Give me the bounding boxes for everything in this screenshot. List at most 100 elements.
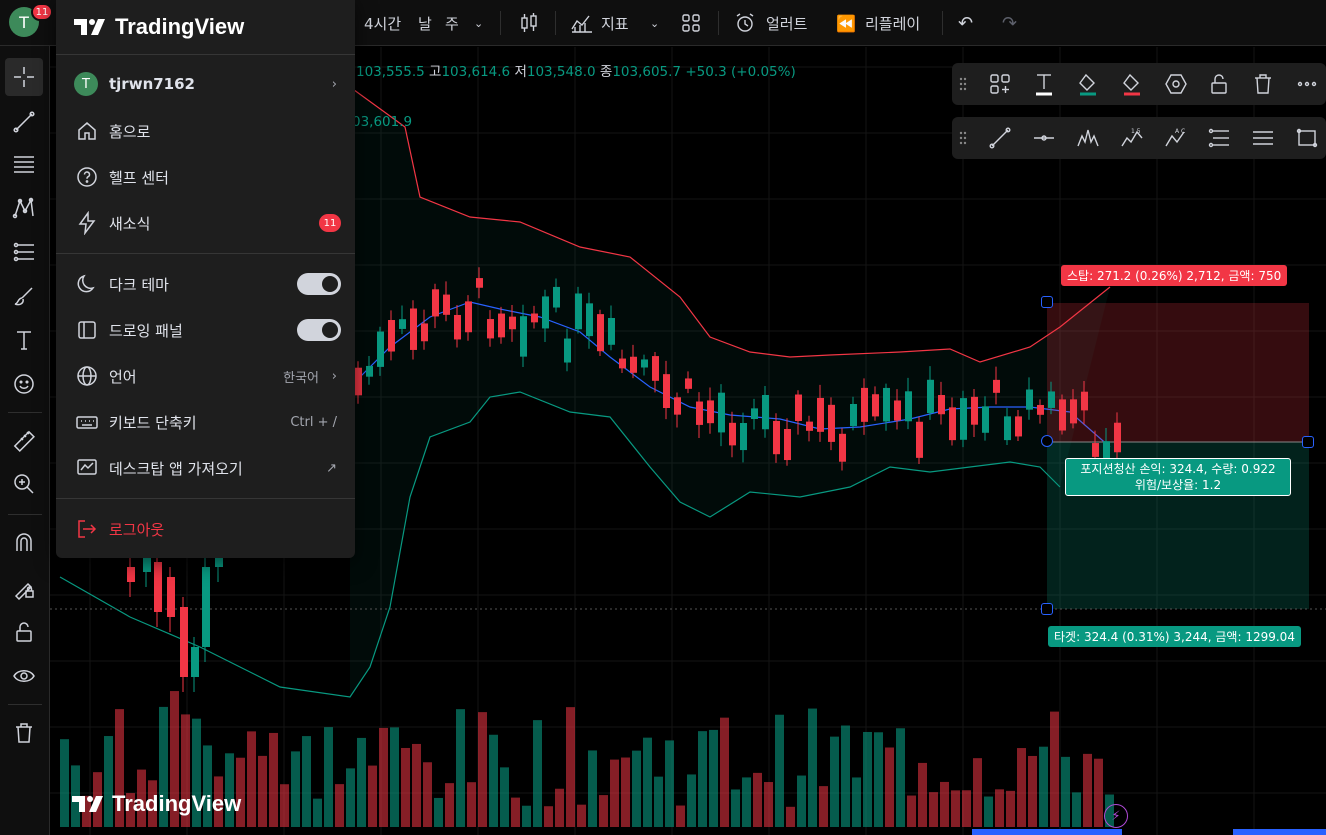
drag-grip-icon[interactable] (959, 77, 967, 91)
close-label: 종 (599, 64, 613, 80)
volume-bar (280, 784, 289, 827)
replay-icon[interactable]: ⏪ (836, 0, 856, 46)
magnet-icon[interactable] (5, 524, 43, 562)
target-handle[interactable] (1041, 603, 1053, 615)
time-scroll-indicator[interactable] (972, 829, 1122, 835)
volume-bar (1083, 753, 1092, 827)
candle-body (663, 374, 670, 409)
shortcut-hint: Ctrl + / (290, 414, 337, 430)
layout-grid-icon[interactable] (680, 0, 702, 46)
period-week-button[interactable]: 주 (445, 0, 459, 46)
head-shoulders-icon[interactable] (1073, 124, 1103, 152)
dark-theme-toggle[interactable] (297, 273, 341, 295)
pnl-box[interactable]: 포지션청산 손익: 324.4, 수량: 0.922 위험/보상율: 1.2 (1065, 458, 1291, 496)
fill-color-icon[interactable] (1073, 70, 1103, 98)
zoom-in-icon[interactable] (5, 465, 43, 503)
profile-item[interactable]: T tjrwn7162 › (56, 62, 355, 106)
volume-bar (269, 732, 278, 827)
brush-icon[interactable] (5, 277, 43, 315)
delete-icon[interactable] (1248, 70, 1278, 98)
indicators-icon[interactable] (570, 0, 594, 46)
more-icon[interactable] (1292, 70, 1322, 98)
language-value: 한국어 (283, 370, 319, 386)
tradingview-watermark: TradingView (72, 791, 241, 817)
notification-badge: 11 (31, 3, 53, 21)
crosshair-icon[interactable] (5, 58, 43, 96)
settings-hexagon-icon[interactable] (1161, 70, 1191, 98)
eye-icon[interactable] (5, 657, 43, 695)
template-icon[interactable] (985, 70, 1015, 98)
drag-grip-icon[interactable] (959, 131, 967, 145)
candle-body (167, 577, 175, 617)
pnl-line: 포지션청산 손익: 324.4, 수량: 0.922 (1080, 462, 1276, 476)
candle-body (685, 378, 692, 389)
emoji-icon[interactable] (5, 365, 43, 403)
replay-button[interactable]: 리플레이 (865, 0, 920, 46)
volume-bar (577, 804, 586, 827)
drawing-panel-item[interactable]: 드로잉 패널 (56, 308, 355, 352)
volume-bar (357, 737, 366, 827)
dark-theme-item[interactable]: 다크 테마 (56, 262, 355, 306)
home-item[interactable]: 홈으로 (56, 109, 355, 153)
redo-icon[interactable]: ↷ (1002, 0, 1017, 46)
panel-icon (75, 318, 99, 342)
volume-bar (709, 729, 718, 827)
volume-bar (786, 806, 795, 827)
chevron-down-icon[interactable]: ⌄ (650, 0, 659, 46)
undo-icon[interactable]: ↶ (958, 0, 973, 46)
alert-button[interactable]: 얼러트 (766, 0, 807, 46)
ruler-icon[interactable] (5, 422, 43, 460)
elliott-wave-icon[interactable]: 1 5 (1117, 124, 1147, 152)
chevron-down-icon[interactable]: ⌄ (474, 0, 483, 46)
volume-bar (511, 797, 520, 827)
trash-icon[interactable] (5, 714, 43, 752)
interval-button[interactable]: 4시간 (364, 0, 401, 46)
candle-body (773, 420, 780, 455)
volume-bar (291, 751, 300, 827)
abcd-pattern-icon[interactable]: A C (1161, 124, 1191, 152)
indicators-button[interactable]: 지표 (601, 0, 629, 46)
line-color-icon[interactable] (1117, 70, 1147, 98)
rectangle-icon[interactable] (1292, 124, 1322, 152)
trend-line-icon[interactable] (985, 124, 1015, 152)
language-item[interactable]: 언어 한국어 › (56, 354, 355, 398)
text-icon[interactable] (5, 321, 43, 359)
candle-style-icon[interactable] (518, 0, 540, 46)
text-color-icon[interactable] (1029, 70, 1059, 98)
drawing-panel-toggle[interactable] (297, 319, 341, 341)
candle-body (202, 567, 210, 647)
horizontal-ray-icon[interactable] (1029, 124, 1059, 152)
forecast-icon[interactable] (5, 233, 43, 271)
target-label[interactable]: 타겟: 324.4 (0.31%) 3,244, 금액: 1299.04 (1048, 626, 1301, 647)
stop-label[interactable]: 스탑: 271.2 (0.26%) 2,712, 금액: 750 (1061, 265, 1288, 286)
news-item[interactable]: 새소식 11 (56, 201, 355, 245)
fib-channel-icon[interactable] (1204, 124, 1234, 152)
volume-bar (445, 783, 454, 827)
entry-handle-right[interactable] (1302, 436, 1314, 448)
help-center-item[interactable]: 헬프 센터 (56, 155, 355, 199)
entry-handle-left[interactable] (1041, 435, 1053, 447)
logout-item[interactable]: 로그아웃 (56, 507, 355, 551)
tradingview-logo[interactable]: TradingView (74, 14, 244, 40)
candle-body (1004, 416, 1011, 441)
brand-name: TradingView (115, 14, 245, 39)
lock-icon[interactable] (1204, 70, 1234, 98)
lightning-icon[interactable]: ⚡ (1104, 804, 1128, 828)
pitchfork-icon[interactable] (1248, 124, 1278, 152)
period-day-button[interactable]: 날 (418, 0, 432, 46)
volume-bar (610, 759, 619, 827)
keyboard-shortcuts-item[interactable]: 키보드 단축키 Ctrl + / (56, 400, 355, 444)
time-scroll-indicator-end[interactable] (1233, 829, 1326, 835)
trend-line-icon[interactable] (5, 103, 43, 141)
volume-bar (247, 731, 256, 827)
stop-handle[interactable] (1041, 296, 1053, 308)
lock-drawing-icon[interactable] (5, 569, 43, 607)
fib-retracement-icon[interactable] (5, 145, 43, 183)
volume-bar (643, 737, 652, 827)
desktop-app-item[interactable]: 데스크탑 앱 가져오기 ↗ (56, 446, 355, 490)
unlock-icon[interactable] (5, 613, 43, 651)
alarm-clock-icon[interactable] (734, 0, 756, 46)
tradingview-logo-icon (72, 796, 103, 812)
candle-body (509, 316, 516, 330)
pattern-icon[interactable] (5, 189, 43, 227)
